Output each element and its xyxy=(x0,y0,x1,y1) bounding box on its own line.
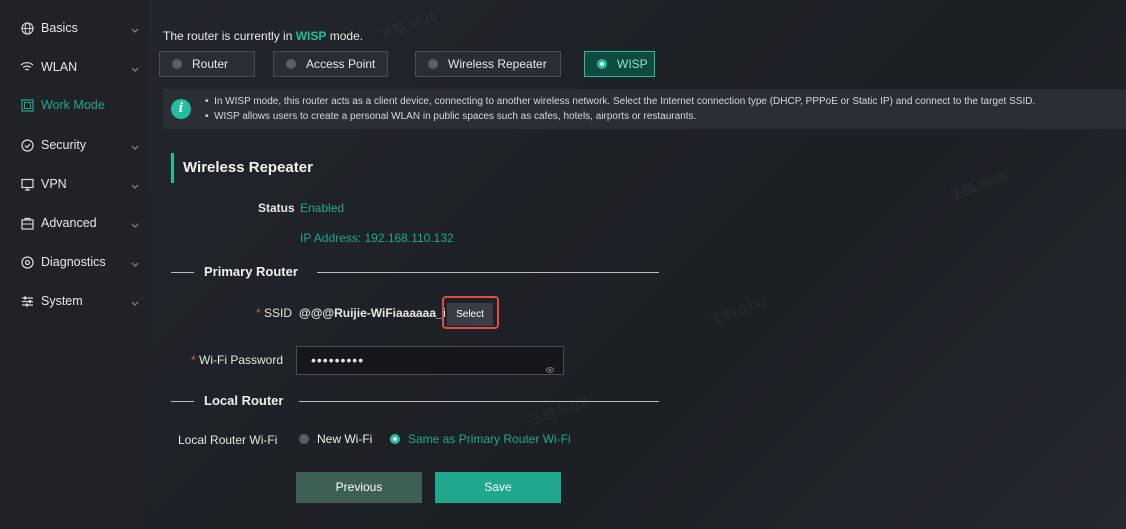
divider xyxy=(171,272,194,273)
chevron-down-icon xyxy=(131,257,139,271)
divider xyxy=(299,401,659,402)
watermark: 王鹏 8039 xyxy=(708,293,769,328)
watermark: 王鹏 8039 xyxy=(948,168,1009,203)
info-icon: i xyxy=(171,99,191,119)
wifi-icon xyxy=(20,60,34,74)
sidebar-item-label: Diagnostics xyxy=(41,255,106,269)
same-as-primary-option[interactable]: Same as Primary Router Wi-Fi xyxy=(390,432,571,446)
current-mode: WISP xyxy=(295,29,327,43)
monitor-icon xyxy=(20,177,34,191)
chevron-down-icon xyxy=(131,296,139,310)
chevron-down-icon xyxy=(131,140,139,154)
system-icon xyxy=(20,294,34,308)
highlight-box xyxy=(442,296,499,329)
sidebar-item-label: VPN xyxy=(41,177,67,191)
local-router-title: Local Router xyxy=(204,393,284,408)
ssid-value: @@@Ruijie-WiFiaaaaaa_ict xyxy=(299,306,445,320)
wifi-password-field[interactable]: ••••••••• xyxy=(296,346,564,375)
globe-icon xyxy=(20,21,34,35)
radio-selected-icon xyxy=(390,434,400,444)
sidebar-item-label: Advanced xyxy=(41,216,97,230)
radio-icon xyxy=(428,59,438,69)
chevron-down-icon xyxy=(131,62,139,76)
sidebar-item-diagnostics[interactable]: Diagnostics xyxy=(0,244,149,280)
divider xyxy=(317,272,659,273)
new-wifi-option[interactable]: New Wi-Fi xyxy=(299,432,372,446)
info-line-1: In WISP mode, this router acts as a clie… xyxy=(214,96,1036,107)
watermark: 王鹏 8039 xyxy=(378,8,439,43)
sidebar-item-system[interactable]: System xyxy=(0,283,149,319)
ip-address: IP Address: 192.168.110.132 xyxy=(300,231,454,245)
work-mode-icon xyxy=(20,98,34,112)
status-label: Status xyxy=(258,201,295,215)
sidebar-item-advanced[interactable]: Advanced xyxy=(0,205,149,241)
mode-wireless-repeater-button[interactable]: Wireless Repeater xyxy=(415,51,561,77)
divider xyxy=(171,401,194,402)
save-button[interactable]: Save xyxy=(435,472,561,503)
eye-icon[interactable] xyxy=(545,356,555,383)
mode-status-text: The router is currently in WISP mode. xyxy=(163,29,364,43)
main-panel: 王鹏 8039 王鹏 8039 王鹏 8039 王鹏 8039 The rout… xyxy=(149,0,1126,529)
advanced-icon xyxy=(20,216,34,230)
previous-button[interactable]: Previous xyxy=(296,472,422,503)
sidebar-item-label: Security xyxy=(41,138,87,152)
shield-icon xyxy=(20,138,34,152)
radio-selected-icon xyxy=(597,59,607,69)
sidebar-item-basics[interactable]: Basics xyxy=(0,10,149,46)
mode-router-button[interactable]: Router xyxy=(159,51,255,77)
wifi-password-label: * Wi-Fi Password xyxy=(191,353,284,367)
sidebar-item-wlan[interactable]: WLAN xyxy=(0,49,149,85)
sidebar-item-label: Work Mode xyxy=(41,98,105,112)
status-value: Enabled xyxy=(300,201,345,215)
sidebar-item-work-mode[interactable]: Work Mode xyxy=(0,87,149,123)
mode-access-point-button[interactable]: Access Point xyxy=(273,51,388,77)
sidebar-item-label: WLAN xyxy=(41,60,78,74)
sidebar-item-vpn[interactable]: VPN xyxy=(0,166,149,202)
section-title: Wireless Repeater xyxy=(171,153,313,183)
chevron-down-icon xyxy=(131,179,139,193)
mode-wisp-button[interactable]: WISP xyxy=(584,51,655,77)
radio-icon xyxy=(286,59,296,69)
watermark: 王鹏 8039 xyxy=(528,393,589,428)
radio-icon xyxy=(299,434,309,444)
info-line-2: WISP allows users to create a personal W… xyxy=(214,111,697,122)
local-router-wifi-label: Local Router Wi-Fi xyxy=(178,433,278,447)
sidebar-item-label: Basics xyxy=(41,21,78,35)
primary-router-title: Primary Router xyxy=(204,264,298,279)
chevron-down-icon xyxy=(131,218,139,232)
sidebar-item-security[interactable]: Security xyxy=(0,127,149,163)
info-banner: i • In WISP mode, this router acts as a … xyxy=(163,89,1126,129)
radio-icon xyxy=(172,59,182,69)
chevron-down-icon xyxy=(131,23,139,37)
sidebar: Basics WLAN Work Mode Security VPN Advan… xyxy=(0,0,149,529)
ssid-label: * SSID xyxy=(256,306,293,320)
diagnostics-icon xyxy=(20,255,34,269)
sidebar-item-label: System xyxy=(41,294,83,308)
